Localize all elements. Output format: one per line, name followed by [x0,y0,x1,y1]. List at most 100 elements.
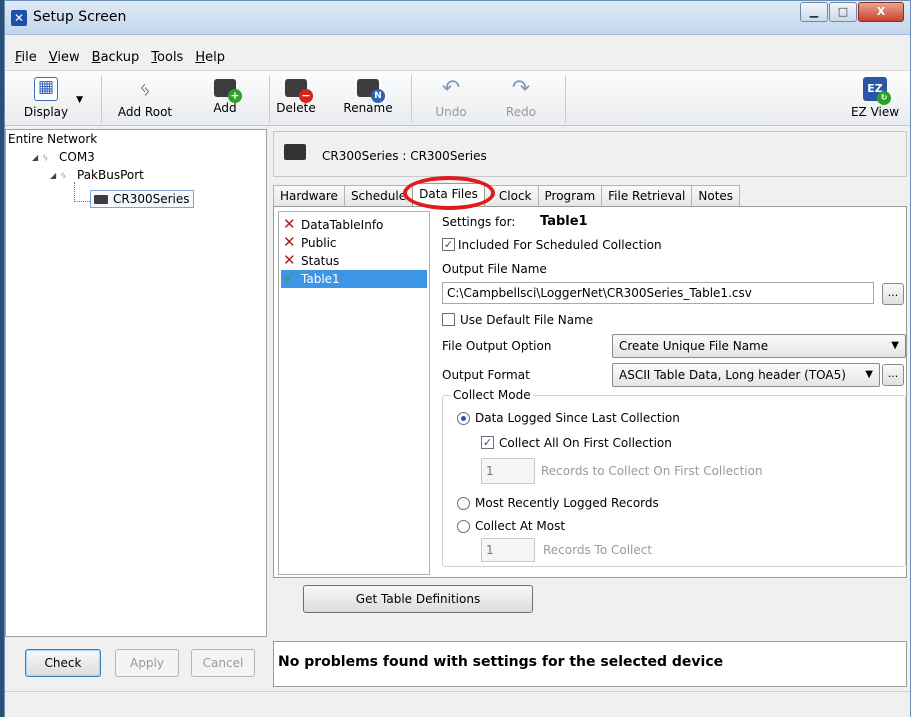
tab-notes[interactable]: Notes [691,185,741,206]
undo-icon: ↶ [441,76,461,101]
close-icon[interactable]: X [858,2,904,22]
list-item[interactable]: ✕ DataTableInfo [281,215,427,234]
collect-mode-label: Collect Mode [451,388,533,402]
expand-arrow-icon[interactable]: ◢ [32,153,42,162]
network-root-icon: ᛃ [139,77,151,101]
mode-most-recent-label: Most Recently Logged Records [475,496,659,510]
tree-root-label[interactable]: Entire Network [8,132,97,146]
menu-help[interactable]: Help [189,50,231,65]
collect-all-first-label: Collect All On First Collection [499,436,672,450]
tab-program[interactable]: Program [537,185,603,206]
file-output-option-select[interactable]: Create Unique File Name ▼ [612,334,906,358]
get-table-definitions-button[interactable]: Get Table Definitions [303,585,533,613]
list-item[interactable]: ✓ Table1 [281,269,427,288]
settings-for-value: Table1 [540,214,588,229]
ez-view-icon: EZ ↻ [863,77,891,105]
tab-schedule[interactable]: Schedule [343,185,414,206]
tab-hardware[interactable]: Hardware [273,185,345,206]
table-definitions-area: Get Table Definitions [273,579,907,623]
chevron-down-icon[interactable]: ▼ [76,95,83,105]
toolbar: Display ▼ ᛃ Add Root + Add − Delete N Re… [5,70,910,126]
output-file-name-input[interactable]: C:\Campbellsci\LoggerNet\CR300Series_Tab… [442,282,874,304]
excluded-icon: ✕ [283,233,296,251]
cancel-button[interactable]: Cancel [191,649,255,677]
mode-at-most-label: Collect At Most [475,519,566,533]
table-list[interactable]: ✕ DataTableInfo ✕ Public ✕ Status ✓ Tabl… [278,211,430,575]
redo-button[interactable]: ↷ Redo [497,75,545,123]
device-tabs: Hardware Schedule Data Files Clock Progr… [273,183,741,206]
records-label: Records To Collect [543,543,653,557]
rename-device-icon: N [357,79,385,103]
tree-node-com3[interactable]: ◢ ᛃ COM3 [32,150,95,164]
toolbar-separator [411,75,412,123]
minimize-icon[interactable]: ▁ [800,2,828,22]
list-item[interactable]: ✕ Public [281,233,427,252]
excluded-icon: ✕ [283,251,296,269]
rename-button[interactable]: N Rename [339,75,397,123]
mode-since-last-radio[interactable] [457,412,470,425]
records-first-label: Records to Collect On First Collection [541,464,763,478]
maximize-icon[interactable]: □ [829,2,857,22]
menu-backup[interactable]: Backup [86,50,146,65]
action-buttons: Check Apply Cancel [5,641,267,689]
title-bar: ✕ Setup Screen ▁ □ X [5,1,910,35]
browse-output-file-button[interactable]: ... [882,283,904,305]
included-for-scheduled-collection-label: Included For Scheduled Collection [458,238,662,252]
add-root-button[interactable]: ᛃ Add Root [107,75,183,123]
output-file-name-label: Output File Name [442,262,547,276]
included-check-icon: ✓ [283,269,296,287]
menu-bar: File View Backup Tools Help [5,46,910,68]
delete-button[interactable]: − Delete [271,75,321,123]
menu-tools[interactable]: Tools [145,50,189,65]
tab-file-retrieval[interactable]: File Retrieval [601,185,693,206]
collect-all-first-checkbox[interactable]: ✓ [481,436,494,449]
use-default-file-name-label: Use Default File Name [460,313,594,327]
apply-button[interactable]: Apply [115,649,179,677]
table-settings: Settings for: Table1 ✓ Included For Sche… [436,207,906,577]
datalogger-icon [94,194,108,204]
file-output-option-label: File Output Option [442,339,552,353]
ez-view-button[interactable]: EZ ↻ EZ View [845,75,905,123]
window-controls: ▁ □ X [799,2,904,22]
tab-clock[interactable]: Clock [483,185,539,206]
tree-node-pakbusport[interactable]: ◢ ᛃ PakBusPort [50,168,144,182]
chevron-down-icon: ▼ [865,369,873,380]
network-tree[interactable]: Entire Network ◢ ᛃ COM3 ◢ ᛃ PakBusPort C… [5,129,267,637]
excluded-icon: ✕ [283,215,296,233]
redo-icon: ↷ [511,76,531,101]
delete-device-icon: − [285,79,313,103]
mode-most-recent-radio[interactable] [457,497,470,510]
included-for-scheduled-collection-checkbox[interactable]: ✓ [442,238,455,251]
output-format-select[interactable]: ASCII Table Data, Long header (TOA5) ▼ [612,363,880,387]
add-button[interactable]: + Add [201,75,249,123]
display-button[interactable]: Display ▼ [11,75,83,123]
app-icon: ✕ [11,10,27,26]
menu-file[interactable]: File [9,50,43,65]
device-header: CR300Series : CR300Series [273,131,907,177]
data-files-panel: ✕ DataTableInfo ✕ Public ✕ Status ✓ Tabl… [273,206,907,578]
list-item[interactable]: ✕ Status [281,251,427,270]
status-message: No problems found with settings for the … [278,654,724,670]
check-button[interactable]: Check [25,649,101,677]
toolbar-separator [565,75,566,123]
collect-mode-group: Collect Mode Data Logged Since Last Coll… [442,388,906,567]
tree-node-cr300series[interactable]: CR300Series [90,190,194,208]
menu-view[interactable]: View [43,50,86,65]
records-first-input[interactable]: 1 [481,458,535,484]
undo-button[interactable]: ↶ Undo [427,75,475,123]
add-device-icon: + [214,79,242,103]
output-format-label: Output Format [442,368,530,382]
mode-since-last-label: Data Logged Since Last Collection [475,411,680,425]
use-default-file-name-checkbox[interactable] [442,313,455,326]
settings-for-label: Settings for: [442,215,516,229]
expand-arrow-icon[interactable]: ◢ [50,171,60,180]
window-title: Setup Screen [33,9,127,25]
mode-at-most-radio[interactable] [457,520,470,533]
tab-data-files[interactable]: Data Files [412,183,485,206]
com-port-icon: ᛃ [42,150,49,164]
datalogger-icon [284,144,306,160]
status-panel: No problems found with settings for the … [273,641,907,687]
status-bar [5,691,910,717]
output-format-options-button[interactable]: ... [882,364,904,386]
records-input[interactable]: 1 [481,538,535,562]
